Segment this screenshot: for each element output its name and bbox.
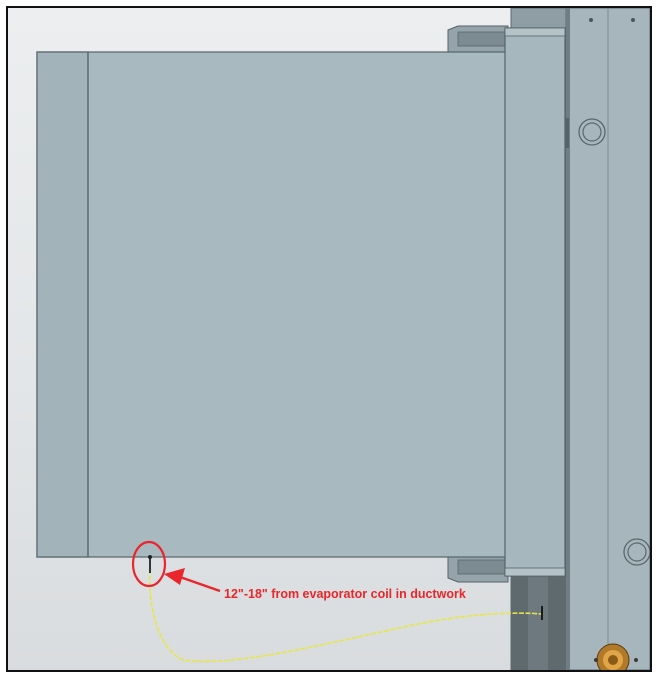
installation-diagram: 12"-18" from evaporator coil in ductwork	[36, 8, 650, 670]
plenum-panel	[504, 27, 569, 577]
sensor-lead-wire	[148, 568, 543, 663]
supply-duct	[36, 51, 510, 558]
temperature-sensor-probe	[148, 555, 152, 573]
sensor-placement-callout: 12"-18" from evaporator coil in ductwork	[224, 587, 466, 601]
diagram-frame: 12"-18" from evaporator coil in ductwork	[6, 6, 652, 672]
callout-arrow	[164, 568, 221, 593]
